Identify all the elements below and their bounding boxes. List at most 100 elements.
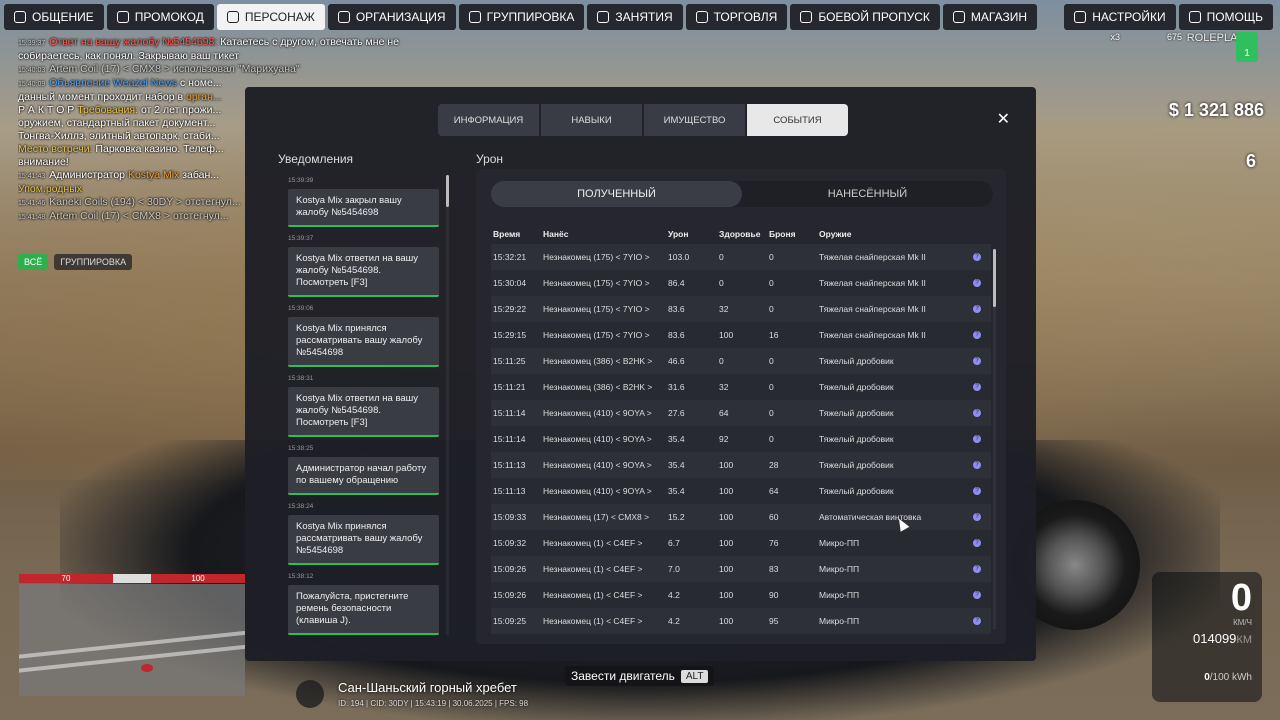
- notification-card[interactable]: Kostya Mix принялся рассматривать вашу ж…: [288, 317, 439, 367]
- chat-text: собираетесь, как понял. Закрываю ваш тик…: [18, 50, 240, 62]
- cell-armor: 76: [769, 538, 779, 548]
- cell-damage: 4.2: [668, 616, 680, 626]
- speed-unit: КМ/Ч: [1233, 618, 1252, 627]
- chat-text: Администратор: [49, 169, 128, 181]
- info-icon[interactable]: ?: [973, 487, 981, 495]
- info-icon[interactable]: ?: [973, 279, 981, 287]
- chat-timestamp: 15:41:43: [18, 173, 46, 180]
- cell-damage: 83.6: [668, 330, 685, 340]
- table-row[interactable]: 15:09:33 Незнакомец (17) < CMX8 > 15.2 100 6…: [491, 504, 991, 530]
- online-counter: 6: [1245, 151, 1256, 171]
- cell-attacker: Незнакомец (386) < B2HK >: [543, 356, 653, 366]
- settings-icon: [1074, 11, 1087, 23]
- info-icon[interactable]: ?: [973, 565, 981, 573]
- tab-4[interactable]: СОБЫТИЯ: [747, 104, 848, 136]
- info-icon[interactable]: ?: [973, 461, 981, 469]
- info-icon[interactable]: ?: [973, 253, 981, 261]
- info-icon[interactable]: ?: [973, 383, 981, 391]
- info-icon[interactable]: ?: [973, 617, 981, 625]
- table-row[interactable]: 15:11:21 Незнакомец (386) < B2HK > 31.6 32 0…: [491, 374, 991, 400]
- dealt-damage-tab[interactable]: НАНЕСЁННЫЙ: [742, 181, 993, 207]
- chat-timestamp: 15:41:48: [18, 214, 46, 221]
- top-menu-right: НАСТРОЙКИ ПОМОЩЬ: [1064, 4, 1276, 30]
- cell-damage: 83.6: [668, 304, 685, 314]
- menu-help-button[interactable]: ПОМОЩЬ: [1178, 4, 1273, 30]
- damage-scrollbar[interactable]: [993, 249, 996, 307]
- cell-weapon: Микро-ПП: [819, 564, 860, 574]
- menu-settings-button[interactable]: НАСТРОЙКИ: [1064, 4, 1176, 30]
- received-damage-tab[interactable]: ПОЛУЧЕННЫЙ: [491, 181, 742, 207]
- info-icon[interactable]: ?: [973, 435, 981, 443]
- menu-button-label: ЗАНЯТИЯ: [615, 10, 673, 24]
- info-icon[interactable]: ?: [973, 409, 981, 417]
- menu-user-circle-button[interactable]: ПЕРСОНАЖ: [216, 4, 325, 30]
- menu-person-button[interactable]: ПРОМОКОД: [106, 4, 214, 30]
- cell-damage: 35.4: [668, 434, 685, 444]
- table-row[interactable]: 15:09:26 Незнакомец (1) < C4EF > 7.0 100 83 М…: [491, 556, 991, 582]
- table-row[interactable]: 15:11:13 Незнакомец (410) < 9OYA > 35.4 100…: [491, 452, 991, 478]
- table-row[interactable]: 15:29:22 Незнакомец (175) < 7YIO > 83.6 32 0…: [491, 296, 991, 322]
- table-row[interactable]: 15:32:21 Незнакомец (175) < 7YIO > 103.0 0 0…: [491, 244, 991, 270]
- notification-card[interactable]: Пожалуйста, пристегните ремень безопасно…: [288, 585, 439, 635]
- menu-gear-button[interactable]: БОЕВОЙ ПРОПУСК: [790, 4, 940, 30]
- cell-attacker: Незнакомец (410) < 9OYA >: [543, 408, 652, 418]
- chat-filter-all-button[interactable]: ВСЁ: [18, 254, 49, 270]
- chat-text: Kaneki Coils (194) < 30DY > отстегнул...: [49, 196, 241, 208]
- table-row[interactable]: 15:11:13 Незнакомец (410) < 9OYA > 35.4 100…: [491, 478, 991, 504]
- list-icon: [597, 11, 610, 23]
- cell-attacker: Незнакомец (386) < B2HK >: [543, 382, 653, 392]
- tab-2[interactable]: НАВЫКИ: [541, 104, 642, 136]
- cell-time: 15:30:04: [493, 278, 527, 288]
- chat-text: с номе...: [177, 77, 222, 89]
- notification-card[interactable]: Kostya Mix принялся рассматривать вашу ж…: [288, 515, 439, 565]
- table-row[interactable]: 15:11:14 Незнакомец (410) < 9OYA > 35.4 92 0…: [491, 426, 991, 452]
- menu-button-label: БОЕВОЙ ПРОПУСК: [818, 10, 930, 24]
- menu-cart-button[interactable]: МАГАЗИН: [942, 4, 1038, 30]
- menu-chart-button[interactable]: ТОРГОВЛЯ: [685, 4, 788, 30]
- table-row[interactable]: 15:11:14 Незнакомец (410) < 9OYA > 27.6 64 0…: [491, 400, 991, 426]
- cell-damage: 27.6: [668, 408, 685, 418]
- info-icon[interactable]: ?: [973, 539, 981, 547]
- menu-list-button[interactable]: ЗАНЯТИЯ: [587, 4, 683, 30]
- chat-filter-group-button[interactable]: ГРУППИРОВКА: [54, 254, 133, 270]
- notification-card[interactable]: Kostya Mix закрыл вашу жалобу №5454698: [288, 189, 439, 227]
- table-row[interactable]: 15:09:32 Незнакомец (1) < C4EF > 6.7 100 76 М…: [491, 530, 991, 556]
- session-info: ID: 194 | CID: 30DY | 15:43:19 | 30.06.2…: [338, 699, 529, 708]
- cell-armor: 0: [769, 434, 774, 444]
- table-row[interactable]: 15:11:25 Незнакомец (386) < B2HK > 46.6 0 0 Т…: [491, 348, 991, 374]
- cell-time: 15:09:33: [493, 512, 527, 522]
- menu-chat-button[interactable]: ОБЩЕНИЕ: [4, 4, 104, 30]
- menu-group-button[interactable]: ГРУППИРОВКА: [458, 4, 585, 30]
- info-icon[interactable]: ?: [973, 591, 981, 599]
- table-row[interactable]: 15:09:26 Незнакомец (1) < C4EF > 4.2 100 90 М…: [491, 582, 991, 608]
- top-menu-left: ОБЩЕНИЕ ПРОМОКОД ПЕРСОНАЖ ОРГАНИЗАЦИЯ ГРУППИ…: [4, 4, 1040, 30]
- menu-button-label: ПРОМОКОД: [134, 10, 204, 24]
- notification-time: 15:38:25: [288, 445, 314, 452]
- menu-organization-button[interactable]: ОРГАНИЗАЦИЯ: [327, 4, 456, 30]
- cell-health: 0: [719, 356, 724, 366]
- cell-armor: 90: [769, 590, 779, 600]
- tab-3[interactable]: ИМУЩЕСТВО: [644, 104, 745, 136]
- info-icon[interactable]: ?: [973, 513, 981, 521]
- col-health: Здоровье: [719, 229, 761, 239]
- minimap-road: [19, 642, 245, 674]
- damage-title: Урон: [476, 152, 504, 166]
- info-icon[interactable]: ?: [973, 305, 981, 313]
- cell-time: 15:09:26: [493, 564, 527, 574]
- info-icon[interactable]: ?: [973, 331, 981, 339]
- table-row[interactable]: 15:09:25 Незнакомец (1) < C4EF > 4.2 100 95 М…: [491, 608, 991, 634]
- cell-damage: 31.6: [668, 382, 685, 392]
- notification-card[interactable]: Kostya Mix ответил на вашу жалобу №54546…: [288, 247, 439, 297]
- tab-1[interactable]: ИНФОРМАЦИЯ: [438, 104, 539, 136]
- info-icon[interactable]: ?: [973, 357, 981, 365]
- table-row[interactable]: 15:30:04 Незнакомец (175) < 7YIO > 86.4 0 0 Т…: [491, 270, 991, 296]
- cell-health: 32: [719, 382, 729, 392]
- cell-health: 100: [719, 512, 734, 522]
- close-icon[interactable]: ✕: [997, 109, 1010, 129]
- notification-card[interactable]: Kostya Mix ответил на вашу жалобу №54546…: [288, 387, 439, 437]
- cell-damage: 35.4: [668, 460, 685, 470]
- menu-button-label: ОБЩЕНИЕ: [32, 10, 94, 24]
- cell-damage: 103.0: [668, 252, 690, 262]
- notification-card[interactable]: Администратор начал работу по вашему обр…: [288, 457, 439, 495]
- table-row[interactable]: 15:29:15 Незнакомец (175) < 7YIO > 83.6 100…: [491, 322, 991, 348]
